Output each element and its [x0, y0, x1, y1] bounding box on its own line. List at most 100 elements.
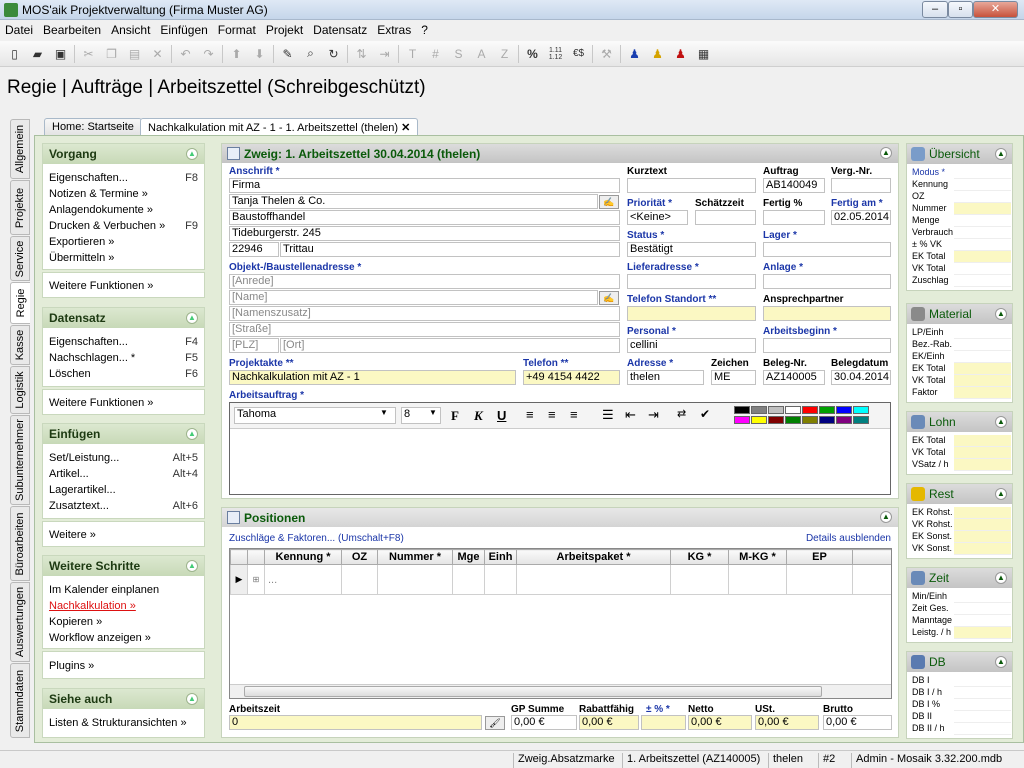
- belegnr-field[interactable]: AZ140005: [763, 370, 825, 385]
- lager-field[interactable]: [763, 242, 891, 257]
- objekt-plz[interactable]: [PLZ]: [229, 338, 279, 353]
- arbeitszeit-field[interactable]: 0: [229, 715, 482, 730]
- color-swatch[interactable]: [819, 416, 835, 424]
- color-swatch[interactable]: [785, 416, 801, 424]
- menu-einfuegen[interactable]: Einfügen: [155, 21, 212, 39]
- italic-icon[interactable]: K: [474, 408, 483, 424]
- undo-icon[interactable]: ↶: [174, 44, 197, 64]
- window-layout-icon[interactable]: ▦: [692, 44, 715, 64]
- row-value[interactable]: [954, 239, 1011, 251]
- color-swatch[interactable]: [853, 406, 869, 414]
- collapse-icon[interactable]: ▲: [995, 572, 1007, 584]
- indent-icon[interactable]: ⇥: [373, 44, 396, 64]
- search-icon[interactable]: ⌕: [299, 44, 322, 64]
- vtab-kasse[interactable]: Kasse: [10, 325, 30, 365]
- color-swatch[interactable]: [785, 406, 801, 414]
- row-value[interactable]: [954, 591, 1011, 603]
- col-mkg[interactable]: M-KG *: [728, 549, 787, 565]
- zuschlaege-link[interactable]: Zuschläge & Faktoren... (Umschalt+F8): [229, 533, 404, 544]
- row-value[interactable]: [954, 203, 1011, 215]
- link-lagerartikel[interactable]: Lagerartikel...: [43, 482, 204, 498]
- ort-field[interactable]: Trittau: [280, 242, 620, 257]
- plz-field[interactable]: 22946: [229, 242, 279, 257]
- row-value[interactable]: [954, 603, 1011, 615]
- link-exportieren[interactable]: Exportieren »: [43, 234, 204, 250]
- a-icon[interactable]: A: [470, 44, 493, 64]
- color-swatch[interactable]: [853, 416, 869, 424]
- cell-mkg[interactable]: [728, 564, 787, 595]
- color-swatch[interactable]: [802, 406, 818, 414]
- row-value[interactable]: [954, 387, 1011, 399]
- arbeitsbeginn-field[interactable]: [763, 338, 891, 353]
- brush-icon[interactable]: 🖌: [485, 716, 505, 730]
- table-row[interactable]: ▶ ⊞ ...: [230, 564, 891, 595]
- anschrift-line-1[interactable]: Firma: [229, 178, 620, 193]
- auftrag-field[interactable]: AB140049: [763, 178, 825, 193]
- row-value[interactable]: [954, 699, 1011, 711]
- color-swatch[interactable]: [768, 406, 784, 414]
- color-swatch[interactable]: [802, 416, 818, 424]
- color-swatch[interactable]: [734, 406, 750, 414]
- row-value[interactable]: [954, 263, 1011, 275]
- signature-icon[interactable]: ✍: [599, 291, 619, 305]
- row-value[interactable]: [954, 327, 1011, 339]
- col-nummer[interactable]: Nummer *: [377, 549, 453, 565]
- percent-icon[interactable]: %: [521, 44, 544, 64]
- collapse-icon[interactable]: ▲: [186, 428, 198, 440]
- row-value[interactable]: [954, 459, 1011, 471]
- color-swatch[interactable]: [751, 416, 767, 424]
- menu-bearbeiten[interactable]: Bearbeiten: [38, 21, 106, 39]
- telefon-field[interactable]: +49 4154 4422: [523, 370, 620, 385]
- row-value[interactable]: [954, 339, 1011, 351]
- objekt-strasse[interactable]: [Straße]: [229, 322, 620, 337]
- projektakte-field[interactable]: Nachkalkulation mit AZ - 1: [229, 370, 516, 385]
- move-down-icon[interactable]: ⬇: [248, 44, 271, 64]
- anlage-field[interactable]: [763, 274, 891, 289]
- row-value[interactable]: [954, 179, 1011, 191]
- row-value[interactable]: [954, 251, 1011, 263]
- menu-ansicht[interactable]: Ansicht: [106, 21, 155, 39]
- vergnr-field[interactable]: [831, 178, 891, 193]
- row-value[interactable]: [954, 447, 1011, 459]
- collapse-icon[interactable]: ▲: [995, 656, 1007, 668]
- vtab-logistik[interactable]: Logistik: [10, 366, 30, 414]
- link-nachkalkulation[interactable]: Nachkalkulation »: [43, 598, 204, 614]
- objekt-name[interactable]: [Name]: [229, 290, 598, 305]
- currency-icon[interactable]: €$: [567, 44, 590, 64]
- link-eigenschaften[interactable]: Eigenschaften... F8: [43, 170, 204, 186]
- row-value[interactable]: [954, 543, 1011, 555]
- link-listen[interactable]: Listen & Strukturansichten »: [43, 715, 204, 731]
- collapse-icon[interactable]: ▲: [186, 312, 198, 324]
- vtab-regie[interactable]: Regie: [10, 282, 30, 324]
- vtab-stammdaten[interactable]: Stammdaten: [10, 663, 30, 738]
- signature-icon[interactable]: ✍: [599, 195, 619, 209]
- collapse-icon[interactable]: ▲: [995, 488, 1007, 500]
- cell-oz[interactable]: [341, 564, 378, 595]
- col-oz[interactable]: OZ: [341, 549, 378, 565]
- menu-projekt[interactable]: Projekt: [261, 21, 308, 39]
- numbering-icon[interactable]: 1.11 1.12: [544, 44, 567, 64]
- row-value[interactable]: [954, 351, 1011, 363]
- maximize-button[interactable]: ▫: [948, 1, 973, 18]
- objekt-anrede[interactable]: [Anrede]: [229, 274, 620, 289]
- ansprechpartner-field[interactable]: [763, 306, 891, 321]
- scroll-thumb[interactable]: [244, 686, 822, 697]
- col-kg[interactable]: KG *: [670, 549, 729, 565]
- number-icon[interactable]: #: [424, 44, 447, 64]
- row-value[interactable]: [954, 215, 1011, 227]
- link-workflow[interactable]: Workflow anzeigen »: [43, 630, 204, 646]
- collapse-icon[interactable]: ▲: [995, 416, 1007, 428]
- collapse-icon[interactable]: ▲: [186, 560, 198, 572]
- lieferadresse-field[interactable]: [627, 274, 756, 289]
- link-notizen[interactable]: Notizen & Termine »: [43, 186, 204, 202]
- tab-home[interactable]: Home: Startseite: [44, 118, 142, 136]
- color-swatch[interactable]: [734, 416, 750, 424]
- row-value[interactable]: [954, 167, 1011, 179]
- row-value[interactable]: [954, 627, 1011, 639]
- row-value[interactable]: [954, 615, 1011, 627]
- status-field[interactable]: Bestätigt: [627, 242, 756, 257]
- minimize-button[interactable]: –: [922, 1, 948, 18]
- redo-icon[interactable]: ↷: [197, 44, 220, 64]
- anschrift-line-3[interactable]: Baustoffhandel: [229, 210, 620, 225]
- belegdatum-field[interactable]: 30.04.2014: [831, 370, 891, 385]
